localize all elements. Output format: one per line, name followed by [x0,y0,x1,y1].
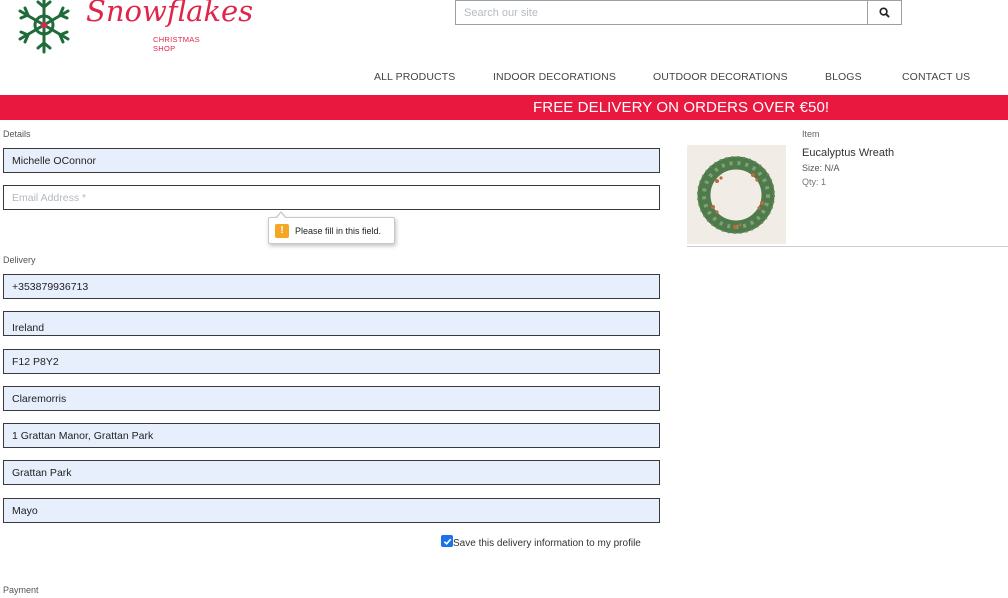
promo-banner: FREE DELIVERY ON ORDERS OVER €50! [0,95,1008,120]
country-field-value: Ireland [12,322,45,334]
county-field-value: Mayo [12,504,38,517]
address-line1-value: 1 Grattan Manor, Grattan Park [12,429,154,442]
nav-blogs[interactable]: BLOGS [825,71,862,83]
logo-brand-name: Snowflakes [86,0,254,28]
email-field[interactable] [3,185,660,210]
address-line2-field[interactable]: Grattan Park [3,460,660,485]
delivery-section-label: Delivery [3,255,36,265]
search-input[interactable] [456,1,867,24]
search-bar [455,0,902,25]
search-button[interactable] [867,1,901,24]
validation-tooltip: ! Please fill in this field. [268,211,395,244]
nav-indoor-decorations[interactable]: INDOOR DECORATIONS [493,71,616,83]
nav-all-products[interactable]: ALL PRODUCTS [374,71,455,83]
nav-outdoor-decorations[interactable]: OUTDOOR DECORATIONS [653,71,788,83]
address-line1-field[interactable]: 1 Grattan Manor, Grattan Park [3,423,660,448]
item-size: Size: N/A [802,163,840,173]
name-field-value: Michelle OConnor [12,154,97,167]
snowflake-icon [18,0,70,54]
address-line2-value: Grattan Park [12,466,72,479]
eircode-field[interactable]: F12 P8Y2 [3,349,660,374]
county-field[interactable]: Mayo [3,498,660,523]
payment-section-label: Payment [3,585,39,595]
save-delivery-row[interactable]: Save this delivery information to my pro… [441,535,661,551]
item-divider [687,246,1008,247]
country-select[interactable]: Ireland [3,311,660,336]
search-icon [879,7,890,18]
wreath-image [687,145,786,244]
details-section-label: Details [3,129,31,139]
logo-tagline: CHRISTMAS SHOP [153,35,200,53]
save-delivery-checkbox[interactable] [441,535,453,547]
item-name[interactable]: Eucalyptus Wreath [802,147,894,159]
eircode-field-value: F12 P8Y2 [12,355,59,368]
checkmark-icon [443,538,451,545]
phone-field-value: +353879936713 [12,280,89,293]
main-nav: ALL PRODUCTS INDOOR DECORATIONS OUTDOOR … [0,71,1008,85]
item-qty: Qty: 1 [802,177,827,187]
email-input[interactable] [12,186,659,209]
nav-contact-us[interactable]: CONTACT US [902,71,970,83]
town-field[interactable]: Claremorris [3,386,660,411]
product-image [687,145,786,244]
site-logo[interactable]: Snowflakes CHRISTMAS SHOP [4,0,253,56]
save-delivery-label: Save this delivery information to my pro… [453,538,641,549]
warning-icon: ! [275,223,289,238]
phone-field[interactable]: +353879936713 [3,274,660,299]
item-column-label: Item [802,129,820,139]
validation-message: Please fill in this field. [295,225,382,236]
promo-banner-text: FREE DELIVERY ON ORDERS OVER €50! [533,99,830,116]
town-field-value: Claremorris [12,392,67,405]
name-field[interactable]: Michelle OConnor [3,148,660,173]
